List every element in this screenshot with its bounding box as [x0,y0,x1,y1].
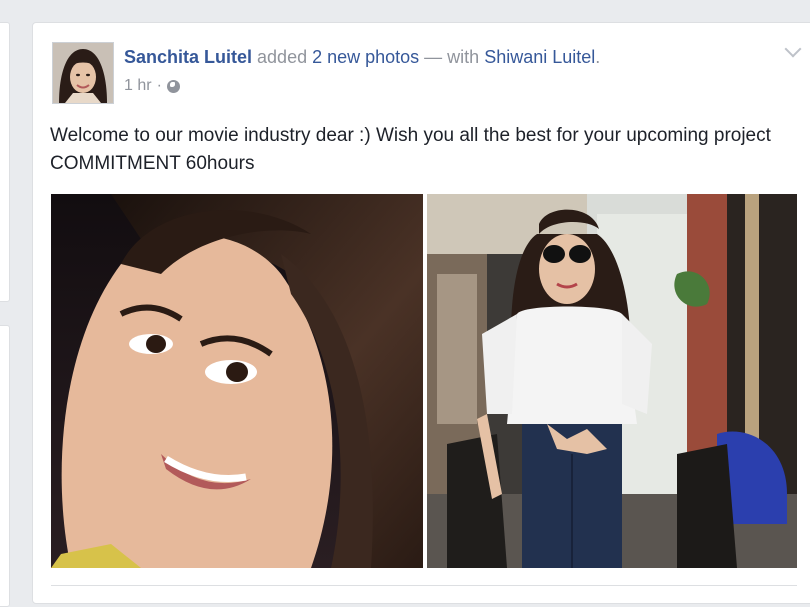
avatar[interactable] [52,42,114,104]
photos-link[interactable]: 2 new photos [312,47,419,67]
feed-post: Sanchita Luitel added 2 new photos — wit… [32,22,810,604]
author-name-link[interactable]: Sanchita Luitel [124,47,252,67]
chevron-down-icon[interactable] [784,40,802,58]
meta-separator: · [156,77,162,94]
header-end-text: . [595,47,601,67]
timestamp-link[interactable]: 1 hr [124,77,152,95]
with-text: — with [419,47,485,67]
post-meta: 1 hr · [124,77,180,95]
globe-icon[interactable] [166,79,180,93]
post-header: Sanchita Luitel added 2 new photos — wit… [124,47,600,68]
post-photo-1[interactable] [51,194,423,568]
tagged-person-link[interactable]: Shiwani Luitel [484,47,595,67]
post-action-text: added [252,47,313,67]
post-divider [51,585,797,586]
left-column-card [0,22,10,302]
left-column-card [0,325,10,607]
post-photo-2[interactable] [427,194,797,568]
post-text: Welcome to our movie industry dear :) Wi… [50,125,771,174]
